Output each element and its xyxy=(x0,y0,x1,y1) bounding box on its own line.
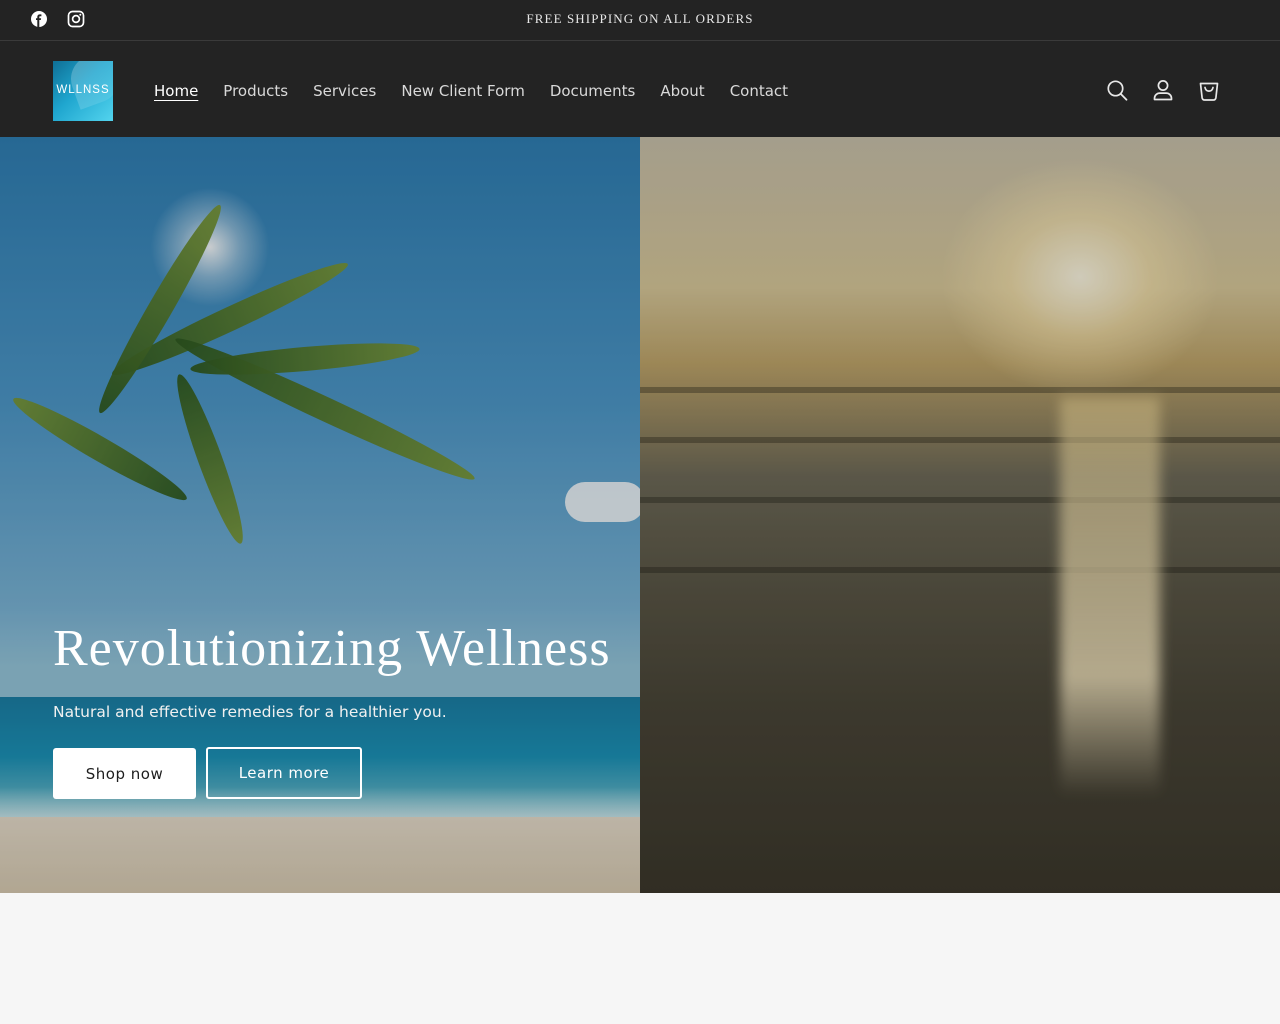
announcement-bar: FREE SHIPPING ON ALL ORDERS xyxy=(0,0,1280,41)
announcement-message: FREE SHIPPING ON ALL ORDERS xyxy=(526,11,754,26)
main-nav: Home Products Services New Client Form D… xyxy=(154,81,813,101)
logo[interactable]: WLLNSS xyxy=(53,61,113,121)
site-header: WLLNSS Home Products Services New Client… xyxy=(0,41,1280,137)
nav-item-new-client-form[interactable]: New Client Form xyxy=(401,81,524,101)
learn-more-button[interactable]: Learn more xyxy=(206,747,362,799)
search-icon[interactable] xyxy=(1106,78,1128,102)
nav-item-about[interactable]: About xyxy=(660,81,704,101)
hero-title: Revolutionizing Wellness xyxy=(53,620,611,677)
hero-banner: Revolutionizing Wellness Natural and eff… xyxy=(0,137,1280,893)
nav-item-documents[interactable]: Documents xyxy=(550,81,636,101)
nav-item-services[interactable]: Services xyxy=(313,81,376,101)
nav-item-products[interactable]: Products xyxy=(223,81,288,101)
hero-subtitle: Natural and effective remedies for a hea… xyxy=(53,703,447,721)
shop-now-button[interactable]: Shop now xyxy=(53,748,196,799)
nav-item-home[interactable]: Home xyxy=(154,81,198,101)
page-content-area xyxy=(0,893,1280,1024)
account-icon[interactable] xyxy=(1152,78,1174,102)
nav-item-contact[interactable]: Contact xyxy=(730,81,788,101)
cart-icon[interactable] xyxy=(1198,78,1220,102)
logo-text: WLLNSS xyxy=(56,84,110,96)
header-icons xyxy=(1106,78,1220,102)
